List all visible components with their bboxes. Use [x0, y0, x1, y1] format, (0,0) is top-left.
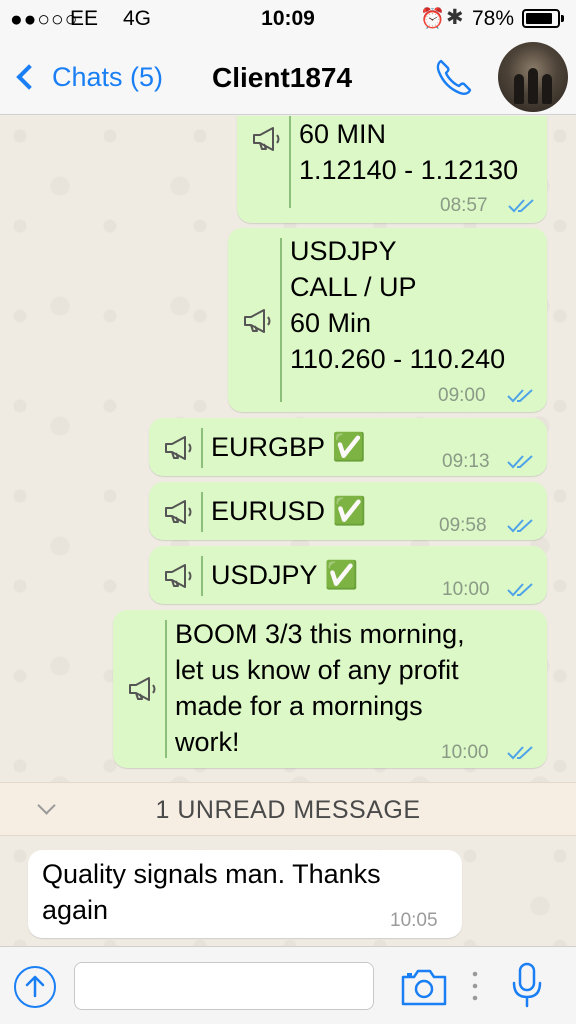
camera-icon[interactable] [400, 967, 448, 1007]
message-divider [201, 556, 203, 596]
message-input-bar [0, 946, 576, 1024]
message-divider [201, 492, 203, 532]
message-text: Quality signals man. Thanks again [42, 859, 381, 925]
megaphone-icon [165, 500, 192, 524]
unread-messages-banner[interactable]: 1 UNREAD MESSAGE [0, 782, 576, 836]
message-time: 08:57 [440, 195, 488, 216]
read-ticks-icon [507, 389, 533, 403]
outgoing-message[interactable]: BOOM 3/3 this morning, let us know of an… [113, 610, 547, 768]
message-time: 10:00 [441, 742, 489, 763]
battery-icon [522, 9, 564, 28]
attach-button[interactable] [14, 966, 56, 1008]
megaphone-icon [165, 564, 192, 588]
bluetooth-icon: ✱ [446, 6, 464, 29]
read-ticks-icon [507, 519, 533, 533]
chevron-left-icon [16, 64, 42, 90]
nav-bar: Chats (5) Client1874 [0, 38, 576, 115]
message-divider [289, 116, 291, 208]
chat-title: Client1874 [212, 62, 353, 93]
message-time: 09:13 [442, 451, 490, 472]
outgoing-message[interactable]: USDJPY CALL / UP 60 Min 110.260 - 110.24… [228, 228, 547, 412]
contact-avatar[interactable] [498, 42, 568, 112]
outgoing-message[interactable]: EURGBP ✅ 09:13 [149, 418, 547, 476]
megaphone-icon [253, 127, 280, 151]
read-ticks-icon [507, 746, 533, 760]
read-ticks-icon [508, 199, 534, 213]
microphone-icon[interactable] [510, 961, 544, 1009]
megaphone-icon [244, 309, 271, 333]
back-to-chats-button[interactable]: Chats (5) [14, 58, 163, 96]
message-divider [165, 620, 167, 758]
message-text: 60 MIN 1.12140 - 1.12130 [299, 119, 519, 185]
message-divider [201, 428, 203, 468]
unread-label: 1 UNREAD MESSAGE [155, 796, 421, 824]
message-time: 10:05 [390, 910, 438, 931]
megaphone-icon [165, 436, 192, 460]
outgoing-message[interactable]: 60 MIN 1.12140 - 1.12130 08:57 [237, 116, 547, 223]
more-options-icon[interactable] [470, 969, 480, 1003]
megaphone-icon [129, 677, 156, 701]
message-time: 09:58 [439, 515, 487, 536]
outgoing-message[interactable]: EURUSD ✅ 09:58 [149, 482, 547, 540]
status-bar: ●●○○○ EE 4G 10:09 ⏰ ✱ 78% [0, 0, 576, 38]
back-label: Chats (5) [52, 61, 164, 92]
battery-percent: 78% [472, 7, 515, 30]
message-text: USDJPY ✅ [211, 560, 359, 590]
read-ticks-icon [507, 455, 533, 469]
message-text: EURGBP ✅ [211, 432, 366, 462]
incoming-message[interactable]: Quality signals man. Thanks again 10:05 [28, 850, 462, 938]
outgoing-message[interactable]: USDJPY ✅ 10:00 [149, 546, 547, 604]
read-ticks-icon [507, 583, 533, 597]
alarm-icon: ⏰ [420, 8, 445, 30]
message-text-field[interactable] [74, 962, 374, 1010]
message-text: EURUSD ✅ [211, 496, 367, 526]
message-text: USDJPY CALL / UP 60 Min 110.260 - 110.24… [290, 236, 506, 374]
message-time: 10:00 [442, 579, 490, 600]
phone-call-icon[interactable] [432, 55, 476, 99]
message-time: 09:00 [438, 385, 486, 406]
message-divider [280, 238, 282, 402]
arrow-up-icon [25, 975, 44, 997]
message-text: BOOM 3/3 this morning, let us know of an… [175, 619, 465, 757]
